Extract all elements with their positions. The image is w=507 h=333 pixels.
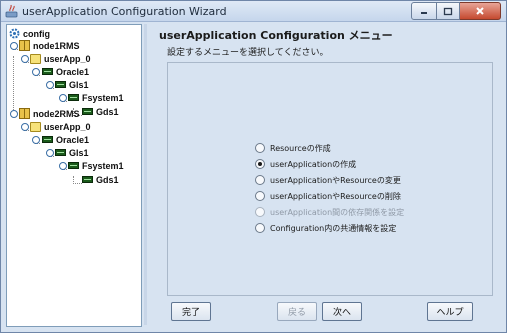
- tree-node-label: Oracle1: [56, 66, 90, 77]
- tree-node-resource[interactable]: Oracle1: [42, 65, 89, 78]
- resource-icon: [82, 108, 93, 115]
- maximize-button[interactable]: [437, 2, 460, 20]
- tree-node-label: Gls1: [69, 147, 89, 158]
- option-label: userApplicationやResourceの削除: [270, 191, 401, 201]
- tree-node-resource[interactable]: Fsystem1: [68, 91, 124, 104]
- option-modify[interactable]: userApplicationやResourceの変更: [255, 173, 401, 187]
- tree-node-label: node1RMS: [33, 40, 80, 51]
- tree-connector: [13, 56, 14, 112]
- resource-icon: [68, 94, 79, 101]
- expand-toggle[interactable]: [59, 162, 67, 170]
- window-controls: [411, 2, 501, 20]
- window-title: userApplication Configuration Wizard: [22, 5, 227, 18]
- resource-icon: [68, 162, 79, 169]
- option-set-dependency: userApplication間の依存関係を設定: [255, 205, 404, 219]
- title-bar[interactable]: userApplication Configuration Wizard: [1, 1, 506, 22]
- java-app-icon: [5, 4, 18, 18]
- rms-node-icon: [19, 40, 30, 51]
- expand-toggle[interactable]: [10, 110, 18, 118]
- tree-node-userapp[interactable]: userApp_0: [30, 52, 91, 65]
- tree-node-label: Gls1: [69, 79, 89, 90]
- radio-button[interactable]: [255, 143, 265, 153]
- tree-node-label: node2RMS: [33, 108, 80, 119]
- minimize-button[interactable]: [411, 2, 437, 20]
- close-icon: [476, 7, 484, 15]
- radio-button[interactable]: [255, 159, 265, 169]
- userapp-icon: [30, 53, 41, 64]
- option-delete[interactable]: userApplicationやResourceの削除: [255, 189, 401, 203]
- radio-button[interactable]: [255, 175, 265, 185]
- config-icon: [9, 28, 20, 39]
- tree-node-label: userApp_0: [44, 53, 91, 64]
- tree-node-resource[interactable]: Gls1: [55, 146, 89, 159]
- resource-icon: [42, 136, 53, 143]
- menu-panel: userApplication Configuration メニュー 設定するメ…: [150, 24, 502, 325]
- split-pane-divider[interactable]: [144, 24, 147, 325]
- close-button[interactable]: [460, 2, 501, 20]
- resource-icon: [55, 81, 66, 88]
- instruction-text: 設定するメニューを選択してください。: [167, 48, 329, 58]
- radio-button[interactable]: [255, 223, 265, 233]
- page-title: userApplication Configuration メニュー: [159, 29, 393, 42]
- tree-node-label: config: [23, 28, 50, 39]
- back-button: 戻る: [277, 302, 317, 321]
- expand-toggle[interactable]: [46, 149, 54, 157]
- tree-node-resource[interactable]: Oracle1: [42, 133, 89, 146]
- finish-button[interactable]: 完了: [171, 302, 211, 321]
- minimize-icon: [421, 12, 427, 14]
- option-common-settings[interactable]: Configuration内の共通情報を設定: [255, 221, 396, 235]
- radio-button[interactable]: [255, 191, 265, 201]
- tree-node-label: Oracle1: [56, 134, 90, 145]
- tree-node-userapp[interactable]: userApp_0: [30, 120, 91, 133]
- userapp-icon: [30, 121, 41, 132]
- maximize-icon: [443, 7, 453, 15]
- tree-node-label: Fsystem1: [82, 160, 124, 171]
- tree-node-rms[interactable]: node2RMS: [19, 107, 80, 120]
- tree-node-label: userApp_0: [44, 121, 91, 132]
- option-label: Configuration内の共通情報を設定: [270, 223, 397, 233]
- tree-node-label: Fsystem1: [82, 92, 124, 103]
- tree-node-label: Gds1: [96, 106, 119, 117]
- resource-icon: [55, 149, 66, 156]
- options-group: Resourceの作成 userApplicationの作成 userAppli…: [167, 62, 493, 296]
- rms-node-icon: [19, 108, 30, 119]
- expand-toggle[interactable]: [32, 136, 40, 144]
- tree-node-rms[interactable]: node1RMS: [19, 39, 80, 52]
- option-create-resource[interactable]: Resourceの作成: [255, 141, 331, 155]
- expand-toggle[interactable]: [59, 94, 67, 102]
- option-label: Resourceの作成: [270, 143, 331, 153]
- tree-node-resource[interactable]: Gls1: [55, 78, 89, 91]
- help-button[interactable]: ヘルプ: [427, 302, 473, 321]
- tree-node-resource[interactable]: Gds1: [82, 105, 119, 118]
- resource-icon: [42, 68, 53, 75]
- wizard-window: userApplication Configuration Wizard con…: [0, 0, 507, 333]
- option-label: userApplicationやResourceの変更: [270, 175, 401, 185]
- tree-node-resource[interactable]: Gds1: [82, 173, 119, 186]
- option-label: userApplicationの作成: [270, 159, 357, 169]
- configuration-tree[interactable]: config node1RMS userApp_0 Oracle1 Gls1 F…: [6, 24, 142, 327]
- radio-button: [255, 207, 265, 217]
- expand-toggle[interactable]: [21, 123, 29, 131]
- tree-connector: [73, 176, 82, 184]
- tree-node-label: Gds1: [96, 174, 119, 185]
- resource-icon: [82, 176, 93, 183]
- next-button[interactable]: 次へ: [322, 302, 362, 321]
- expand-toggle[interactable]: [21, 55, 29, 63]
- expand-toggle[interactable]: [46, 81, 54, 89]
- expand-toggle[interactable]: [32, 68, 40, 76]
- option-create-userapplication[interactable]: userApplicationの作成: [255, 157, 356, 171]
- tree-node-resource[interactable]: Fsystem1: [68, 159, 124, 172]
- expand-toggle[interactable]: [10, 42, 18, 50]
- option-label: userApplication間の依存関係を設定: [270, 207, 405, 217]
